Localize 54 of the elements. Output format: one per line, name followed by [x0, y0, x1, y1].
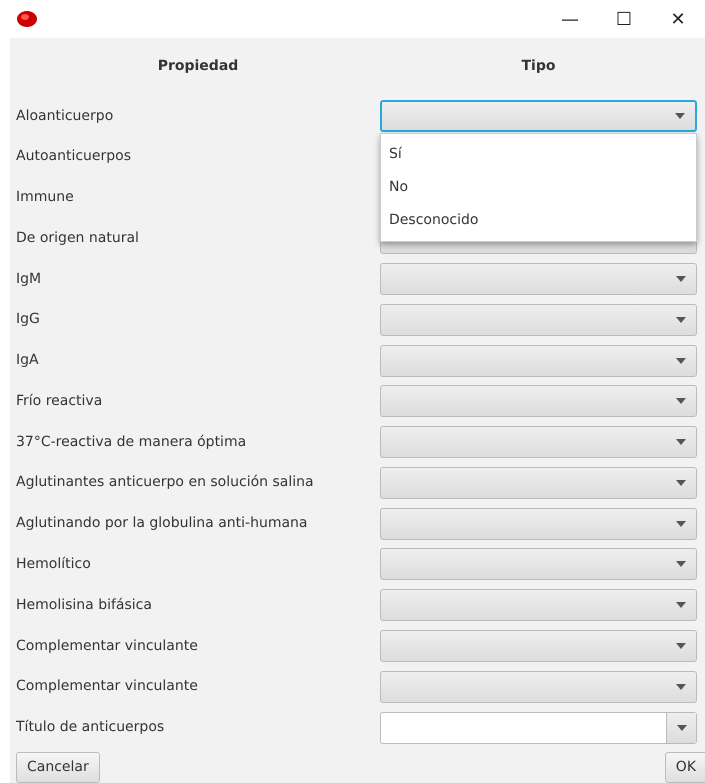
dropdown-option[interactable]: Desconocido: [381, 204, 696, 238]
caret-icon: [676, 520, 686, 527]
property-label: Frío reactiva: [16, 392, 102, 409]
column-header: Propiedad: [158, 58, 238, 74]
caret-icon: [676, 480, 686, 486]
maximize-button[interactable]: ☐: [601, 4, 647, 34]
dropdown-field[interactable]: [380, 508, 697, 540]
dropdown-field[interactable]: [380, 426, 697, 458]
property-label: Aglutinando por la globulina anti-humana: [16, 515, 308, 532]
property-label: De origen natural: [16, 230, 139, 246]
ok-button[interactable]: OK: [664, 752, 705, 783]
minimize-button[interactable]: —: [547, 4, 593, 34]
property-label: Hemolítico: [16, 556, 91, 572]
property-label: Aglutinantes anticuerpo en solución salina: [16, 474, 314, 490]
property-label: Complementar vinculante: [16, 678, 198, 694]
caret-icon: [676, 602, 686, 608]
property-label: Título de anticuerpos: [16, 719, 164, 736]
dropdown-field[interactable]: [380, 466, 697, 499]
dropdown-button[interactable]: [666, 712, 696, 743]
app-icon: [16, 10, 38, 28]
caret-icon: [676, 358, 686, 364]
caret-icon: [676, 276, 686, 282]
caret-icon: [676, 724, 686, 731]
dropdown-field[interactable]: [380, 670, 697, 703]
column-header: Tipo: [522, 58, 556, 74]
caret-icon: [676, 439, 686, 446]
caret-icon: [675, 113, 685, 120]
dropdown-field[interactable]: [380, 548, 697, 580]
property-label: Autoanticuerpos: [16, 148, 132, 164]
property-label: IgA: [16, 352, 39, 368]
close-button[interactable]: ✕: [655, 4, 701, 34]
property-label: 37°C-reactiva de manera óptima: [16, 434, 246, 450]
caret-icon: [676, 643, 686, 649]
dropdown-field[interactable]: [380, 100, 697, 132]
dropdown-field[interactable]: [380, 385, 697, 418]
property-label: Immune: [16, 189, 74, 206]
dropdown-field[interactable]: [380, 263, 697, 296]
caret-icon: [676, 316, 686, 323]
caret-icon: [676, 561, 686, 568]
dropdown-field[interactable]: [380, 304, 697, 336]
cancel-button[interactable]: Cancelar: [16, 752, 100, 783]
caret-icon: [676, 398, 686, 404]
caret-icon: [676, 684, 686, 690]
dropdown-field[interactable]: [380, 630, 697, 662]
property-label: IgM: [16, 270, 42, 287]
dropdown-option[interactable]: Sí: [381, 138, 696, 172]
property-label: Hemolisina bifásica: [16, 596, 152, 613]
dropdown-field[interactable]: [380, 344, 697, 377]
dropdown-option[interactable]: No: [381, 171, 696, 204]
combo-field[interactable]: [380, 712, 697, 744]
property-label: Complementar vinculante: [16, 638, 198, 654]
property-label: Aloanticuerpo: [16, 108, 114, 124]
dropdown-field[interactable]: [380, 589, 697, 622]
property-label: IgG: [16, 311, 40, 328]
